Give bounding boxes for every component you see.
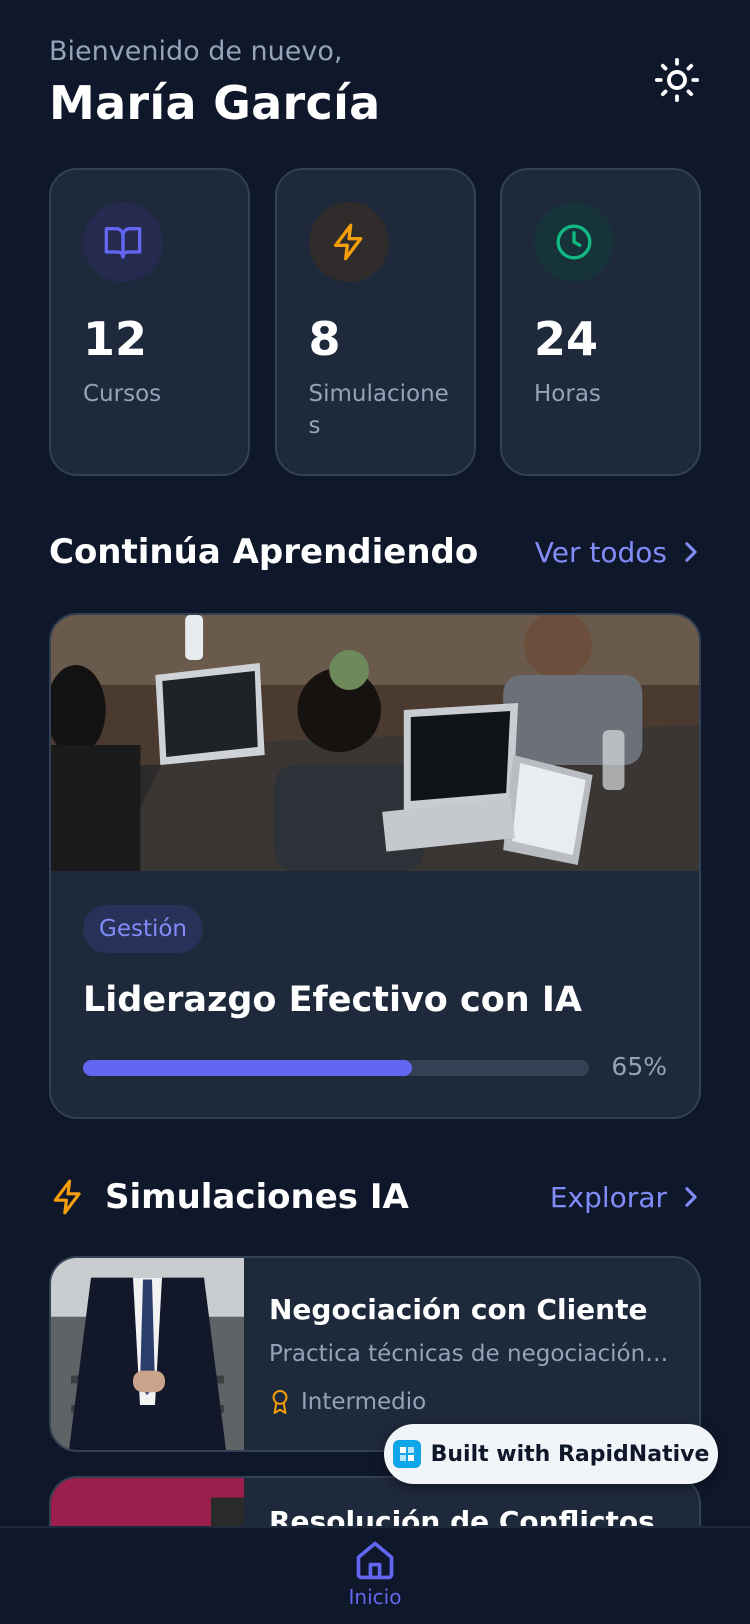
built-with-label: Built with RapidNative [430,1441,710,1467]
stat-label: Horas [534,381,601,407]
user-name: María García [49,76,381,130]
award-icon [272,1389,288,1415]
stats-row: 12 Cursos 8 Simulaciones 24 Horas [49,168,701,476]
stat-value: 24 [534,312,599,366]
home-icon [356,1541,394,1580]
stat-label: Simulaciones [308,381,449,439]
simulation-title: Negociación con Cliente [269,1293,648,1326]
course-progress-bar [83,1060,589,1076]
nav-home-label: Inicio [348,1585,402,1609]
stat-value: 12 [83,312,148,366]
continue-section-header: Continúa Aprendiendo Ver todos [49,527,701,577]
see-all-label: Ver todos [534,535,667,569]
explore-label: Explorar [549,1180,667,1214]
bottom-nav: Inicio [0,1526,750,1624]
clock-icon [556,224,592,260]
simulation-description: Practica técnicas de negociación efectiv… [269,1341,671,1367]
course-category-tag: Gestión [83,905,204,953]
chevron-right-icon [685,1187,697,1207]
built-with-badge[interactable]: Built with RapidNative [384,1424,718,1484]
course-title: Liderazgo Efectivo con IA [83,980,583,1020]
stat-icon-wrap [534,202,614,282]
stat-label: Cursos [83,381,162,407]
rapidnative-logo-icon [392,1440,421,1468]
book-icon [104,227,142,259]
home-screen: Bienvenido de nuevo, María García 12 Cur… [0,0,750,1624]
course-image [51,615,699,871]
chevron-right-icon [685,542,697,562]
simulation-level-label: Intermedio [301,1389,427,1415]
course-card[interactable]: Gestión Liderazgo Efectivo con IA 65% [49,613,701,1119]
stat-card-hours[interactable]: 24 Horas [500,168,701,476]
simulations-section-title: Simulaciones IA [105,1177,409,1217]
header: Bienvenido de nuevo, María García [49,34,701,134]
stat-icon-wrap [83,202,163,282]
course-progress-fill [83,1060,412,1076]
stat-value: 8 [308,312,341,366]
sun-icon [654,57,700,103]
explore-link[interactable]: Explorar [550,1181,701,1214]
greeting-text: Bienvenido de nuevo, [49,36,343,67]
simulation-card[interactable]: Negociación con Cliente Practica técnica… [49,1256,701,1452]
theme-toggle-button[interactable] [653,56,701,104]
continue-section-title: Continúa Aprendiendo [49,532,479,572]
stat-card-simulations[interactable]: 8 Simulaciones [274,168,476,476]
simulations-section-header: Simulaciones IA Explorar [49,1172,701,1222]
simulation-image [51,1258,244,1450]
simulation-level: Intermedio [269,1386,426,1418]
stat-card-courses[interactable]: 12 Cursos [49,168,250,476]
lightning-icon [53,1179,81,1215]
lightning-icon [333,223,362,261]
course-progress-percent: 65% [611,1052,667,1081]
stat-icon-wrap [308,202,389,282]
see-all-link[interactable]: Ver todos [535,536,701,569]
simulations-section-title-wrap: Simulaciones IA [49,1177,409,1217]
nav-home-tab[interactable]: Inicio [335,1538,415,1624]
